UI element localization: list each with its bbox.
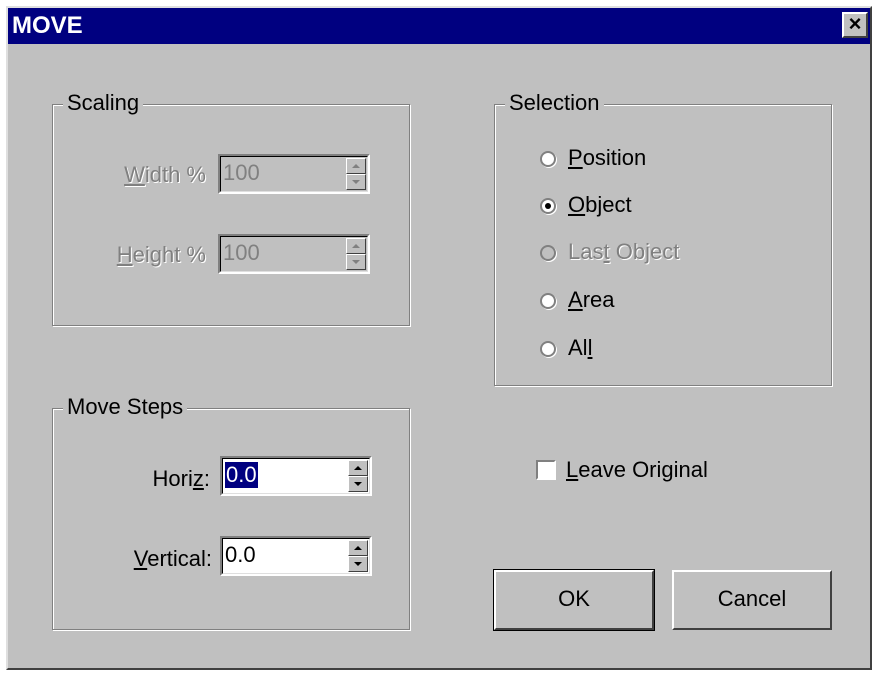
arrow-up-icon	[354, 546, 362, 550]
height-value: 100	[223, 240, 260, 265]
move-dialog: MOVE × Scaling Width % 100 Height % 100 …	[6, 6, 872, 670]
radio-button[interactable]	[540, 293, 556, 309]
checkbox-box[interactable]	[536, 460, 556, 480]
ok-button[interactable]: OK	[493, 569, 655, 631]
radio-position-label: Position	[568, 145, 647, 170]
radio-button[interactable]	[540, 341, 556, 357]
radio-button[interactable]	[540, 198, 556, 214]
radio-all-label: All	[568, 335, 593, 360]
arrow-up-icon	[352, 164, 360, 168]
width-label: Width %	[124, 162, 206, 187]
vertical-up-button[interactable]	[348, 540, 368, 556]
vertical-label: Vertical:	[133, 546, 212, 571]
width-down-button[interactable]	[346, 174, 366, 190]
radio-area-label: Area	[568, 287, 615, 312]
horiz-down-button[interactable]	[348, 476, 368, 492]
width-value: 100	[223, 160, 260, 185]
vertical-down-button[interactable]	[348, 556, 368, 572]
arrow-down-icon	[352, 260, 360, 264]
horiz-up-button[interactable]	[348, 460, 368, 476]
arrow-up-icon	[354, 466, 362, 470]
radio-dot	[545, 203, 551, 209]
vertical-value[interactable]: 0.0	[225, 542, 256, 568]
close-button[interactable]: ×	[842, 12, 868, 38]
radio-button[interactable]	[540, 151, 556, 167]
leave-original-label: Leave Original	[566, 457, 708, 482]
height-spinner[interactable]: 100	[218, 234, 370, 274]
height-down-button[interactable]	[346, 254, 366, 270]
height-label: Height %	[116, 242, 206, 267]
move-steps-legend: Move Steps	[63, 394, 188, 420]
horiz-value[interactable]: 0.0	[225, 462, 258, 488]
width-spinner[interactable]: 100	[218, 154, 370, 194]
cancel-button[interactable]: Cancel	[672, 570, 832, 630]
arrow-down-icon	[352, 180, 360, 184]
radio-last-object-label: Last Object	[568, 239, 680, 264]
vertical-spinner[interactable]: 0.0	[220, 536, 372, 576]
arrow-down-icon	[354, 562, 362, 566]
horiz-spinner[interactable]: 0.0	[220, 456, 372, 496]
radio-button	[540, 245, 556, 261]
width-up-button[interactable]	[346, 158, 366, 174]
arrow-up-icon	[352, 244, 360, 248]
close-icon: ×	[848, 11, 862, 36]
scaling-group: Scaling	[52, 90, 410, 326]
horiz-label: Horiz:	[152, 466, 210, 491]
height-up-button[interactable]	[346, 238, 366, 254]
arrow-down-icon	[354, 482, 362, 486]
move-steps-group: Move Steps	[52, 394, 410, 630]
title-bar: MOVE ×	[8, 8, 870, 44]
selection-legend: Selection	[505, 90, 604, 116]
dialog-title: MOVE	[12, 12, 83, 39]
scaling-legend: Scaling	[63, 90, 144, 116]
radio-object-label: Object	[568, 192, 632, 217]
